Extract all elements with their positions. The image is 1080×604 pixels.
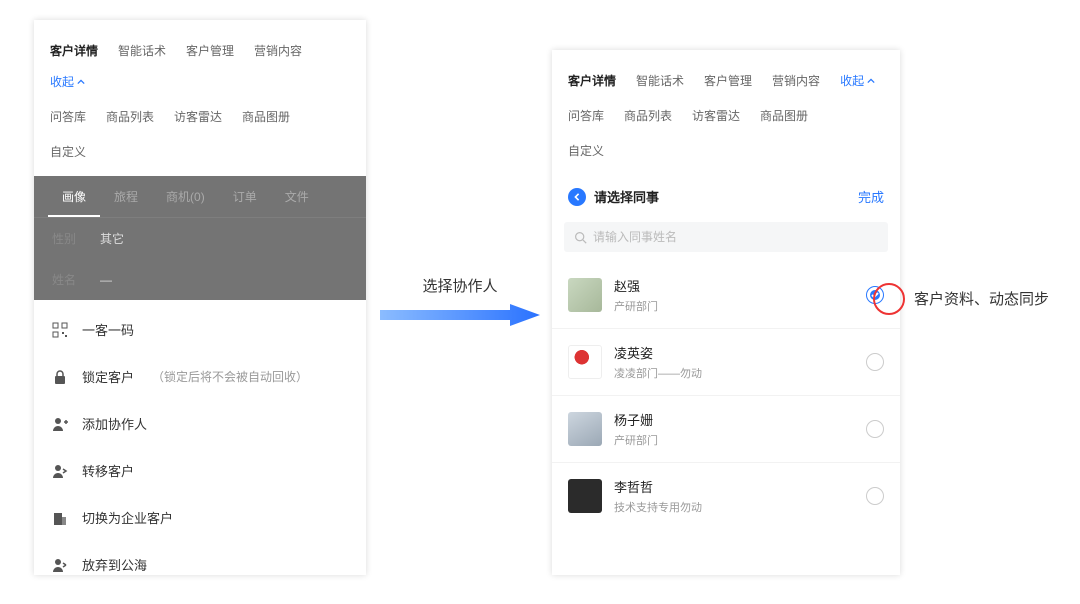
field-gender: 性别 其它 [34, 218, 366, 259]
search-icon [574, 231, 587, 244]
avatar [568, 278, 602, 312]
select-colleague-panel: 客户详情 智能话术 客户管理 营销内容 收起 问答库 商品列表 访客雷达 商品图… [552, 50, 900, 575]
tab-customer-mgmt[interactable]: 客户管理 [186, 38, 234, 69]
colleague-dept: 技术支持专用勿动 [614, 499, 702, 515]
right-nav: 客户详情 智能话术 客户管理 营销内容 收起 问答库 商品列表 访客雷达 商品图… [552, 50, 900, 175]
field-name-value: — [100, 273, 112, 287]
colleague-name: 杨子姗 [614, 410, 658, 429]
field-gender-value: 其它 [100, 230, 124, 247]
action-one-code-label: 一客一码 [82, 320, 134, 339]
r-tab-album[interactable]: 商品图册 [760, 103, 808, 134]
field-name-label: 姓名 [52, 271, 100, 288]
tab-qa[interactable]: 问答库 [50, 104, 86, 135]
tab-products[interactable]: 商品列表 [106, 104, 154, 135]
tab-marketing[interactable]: 营销内容 [254, 38, 302, 69]
action-release-sea-label: 放弃到公海 [82, 555, 147, 574]
radio-unchecked[interactable] [866, 420, 884, 438]
done-button[interactable]: 完成 [858, 187, 884, 206]
action-lock-label: 锁定客户 [82, 367, 134, 386]
action-transfer-label: 转移客户 [82, 461, 134, 480]
subtab-portrait[interactable]: 画像 [48, 176, 100, 217]
search-box[interactable] [564, 222, 888, 252]
select-title: 请选择同事 [594, 187, 659, 206]
action-switch-enterprise[interactable]: 切换为企业客户 [34, 494, 366, 541]
tab-collapse[interactable]: 收起 [50, 69, 85, 100]
avatar [568, 345, 602, 379]
avatar [568, 412, 602, 446]
company-icon [52, 510, 68, 526]
profile-subsection: 画像 旅程 商机(0) 订单 文件 性别 其它 姓名 — [34, 176, 366, 300]
r-tab-smart-script[interactable]: 智能话术 [636, 68, 684, 99]
radio-checked[interactable] [866, 286, 884, 304]
radio-unchecked[interactable] [866, 487, 884, 505]
annotation-arrow: 选择协作人 [380, 275, 540, 328]
user-add-icon [52, 416, 68, 432]
chevron-left-icon [573, 193, 581, 201]
checkmark-icon [870, 290, 880, 300]
tab-smart-script[interactable]: 智能话术 [118, 38, 166, 69]
colleague-dept: 凌凌部门——勿动 [614, 365, 702, 381]
colleague-item[interactable]: 凌英姿 凌凌部门——勿动 [552, 328, 900, 395]
qr-icon [52, 322, 68, 338]
select-header: 请选择同事 完成 [552, 175, 900, 218]
r-tab-custom[interactable]: 自定义 [568, 138, 604, 169]
colleague-item[interactable]: 李哲哲 技术支持专用勿动 [552, 462, 900, 529]
back-button[interactable] [568, 188, 586, 206]
colleague-name: 李哲哲 [614, 477, 702, 496]
action-add-collaborator[interactable]: 添加协作人 [34, 400, 366, 447]
annotation-text: 客户资料、动态同步 [914, 288, 1049, 309]
action-switch-enterprise-label: 切换为企业客户 [82, 508, 173, 527]
colleague-name: 赵强 [614, 276, 658, 295]
sea-icon [52, 557, 68, 573]
colleague-item[interactable]: 赵强 产研部门 [552, 262, 900, 328]
colleague-list: 赵强 产研部门 凌英姿 凌凌部门——勿动 杨子姗 产研部门 [552, 262, 900, 529]
action-add-collaborator-label: 添加协作人 [82, 414, 147, 433]
subtab-order[interactable]: 订单 [219, 176, 271, 217]
r-tab-marketing[interactable]: 营销内容 [772, 68, 820, 99]
r-tab-products[interactable]: 商品列表 [624, 103, 672, 134]
tab-custom[interactable]: 自定义 [50, 139, 86, 170]
r-tab-qa[interactable]: 问答库 [568, 103, 604, 134]
action-list: 一客一码 锁定客户 （锁定后将不会被自动回收） 添加协作人 转移客户 切换为企业… [34, 300, 366, 588]
r-tab-visitor[interactable]: 访客雷达 [692, 103, 740, 134]
colleague-item[interactable]: 杨子姗 产研部门 [552, 395, 900, 462]
subtab-file[interactable]: 文件 [271, 176, 323, 217]
field-name: 姓名 — [34, 259, 366, 300]
colleague-dept: 产研部门 [614, 298, 658, 314]
chevron-up-icon [867, 77, 875, 85]
search-input[interactable] [593, 230, 878, 244]
tab-customer-detail[interactable]: 客户详情 [50, 38, 98, 69]
annotation-arrow-label: 选择协作人 [380, 275, 540, 296]
r-tab-customer-mgmt[interactable]: 客户管理 [704, 68, 752, 99]
left-nav: 客户详情 智能话术 客户管理 营销内容 收起 问答库 商品列表 访客雷达 商品图… [34, 20, 366, 176]
chevron-up-icon [77, 78, 85, 86]
action-lock[interactable]: 锁定客户 （锁定后将不会被自动回收） [34, 353, 366, 400]
field-gender-label: 性别 [52, 230, 100, 247]
subtab-journey[interactable]: 旅程 [100, 176, 152, 217]
arrow-icon [380, 302, 540, 328]
action-lock-hint: （锁定后将不会被自动回收） [152, 368, 308, 385]
r-tab-collapse[interactable]: 收起 [840, 68, 875, 99]
action-one-code[interactable]: 一客一码 [34, 306, 366, 353]
tab-visitor[interactable]: 访客雷达 [174, 104, 222, 135]
avatar [568, 479, 602, 513]
action-release-sea[interactable]: 放弃到公海 [34, 541, 366, 588]
transfer-icon [52, 463, 68, 479]
radio-unchecked[interactable] [866, 353, 884, 371]
collapse-label: 收起 [50, 73, 74, 90]
lock-icon [52, 369, 68, 385]
subtab-deal[interactable]: 商机(0) [152, 176, 219, 217]
r-tab-customer-detail[interactable]: 客户详情 [568, 68, 616, 99]
r-collapse-label: 收起 [840, 72, 864, 89]
customer-detail-panel: 客户详情 智能话术 客户管理 营销内容 收起 问答库 商品列表 访客雷达 商品图… [34, 20, 366, 575]
action-transfer[interactable]: 转移客户 [34, 447, 366, 494]
colleague-dept: 产研部门 [614, 432, 658, 448]
tab-album[interactable]: 商品图册 [242, 104, 290, 135]
colleague-name: 凌英姿 [614, 343, 702, 362]
